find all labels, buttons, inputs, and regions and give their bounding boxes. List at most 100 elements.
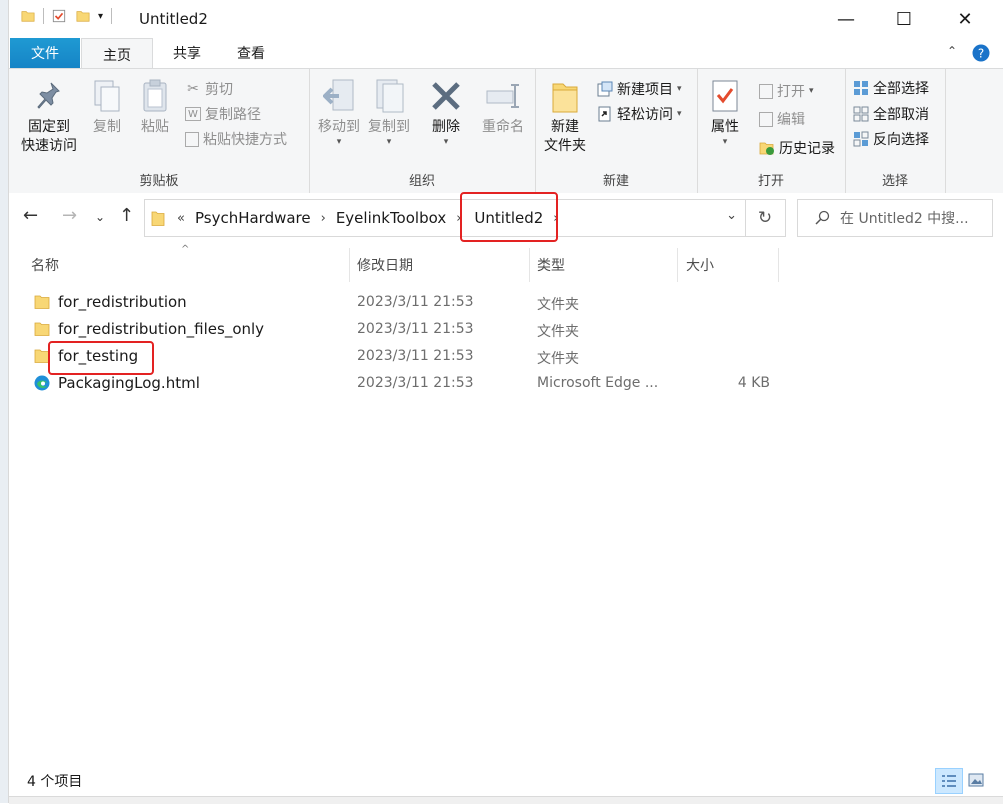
breadcrumb-psychhardware[interactable]: PsychHardware bbox=[195, 209, 311, 227]
customize-toolbar-chevron-icon[interactable]: ▾ bbox=[98, 11, 103, 22]
address-dropdown-chevron-icon[interactable]: ⌄ bbox=[726, 208, 737, 223]
invert-selection-button[interactable]: 反向选择 bbox=[853, 127, 929, 151]
forward-arrow-icon[interactable]: → bbox=[62, 205, 77, 226]
search-box[interactable]: 在 Untitled2 中搜... bbox=[797, 199, 993, 237]
title-bar: ▾ Untitled2 — ☐ ✕ bbox=[9, 0, 1003, 38]
file-date: 2023/3/11 21:53 bbox=[357, 348, 474, 364]
file-explorer-window: ▾ Untitled2 — ☐ ✕ 文件 主页 共享 查看 ⌃ ? 固定到 快速… bbox=[8, 0, 1003, 804]
delete-button[interactable]: 删除 ▾ bbox=[425, 77, 467, 147]
file-row[interactable]: for_redistribution 2023/3/11 21:53 文件夹 bbox=[25, 289, 785, 316]
column-header-type[interactable]: 类型 bbox=[537, 248, 565, 282]
copy-to-label: 复制到 bbox=[368, 119, 410, 135]
pin-quick-access-button[interactable]: 固定到 快速访问 bbox=[15, 77, 83, 156]
new-folder-button[interactable]: 新建 文件夹 bbox=[539, 77, 591, 156]
tab-view[interactable]: 查看 bbox=[219, 38, 283, 68]
copy-path-button[interactable]: W 复制路径 bbox=[185, 102, 261, 126]
column-divider[interactable] bbox=[677, 248, 678, 282]
overflow-crumb[interactable]: « bbox=[177, 211, 185, 226]
column-header-name[interactable]: 名称 bbox=[31, 248, 59, 282]
maximize-button[interactable]: ☐ bbox=[875, 0, 933, 38]
minimize-button[interactable]: — bbox=[817, 0, 875, 38]
rename-icon bbox=[486, 84, 519, 108]
breadcrumb-chevron-icon[interactable]: › bbox=[321, 211, 326, 226]
status-bar: 4 个项目 bbox=[9, 765, 1003, 795]
item-count: 4 个项目 bbox=[27, 774, 83, 790]
move-to-button[interactable]: 移动到 ▾ bbox=[315, 77, 363, 147]
folder-icon bbox=[34, 295, 50, 309]
file-name: PackagingLog.html bbox=[58, 374, 200, 392]
copy-icon bbox=[94, 80, 120, 112]
easy-access-icon bbox=[597, 106, 613, 122]
select-all-button[interactable]: 全部选择 bbox=[853, 76, 929, 100]
folder-icon bbox=[21, 11, 35, 22]
breadcrumb-chevron-icon[interactable]: › bbox=[553, 211, 558, 226]
invert-selection-label: 反向选择 bbox=[873, 132, 929, 148]
history-icon bbox=[759, 140, 775, 156]
help-icon[interactable]: ? bbox=[972, 44, 990, 62]
copy-path-icon: W bbox=[185, 107, 201, 121]
divider bbox=[43, 8, 44, 24]
paste-icon bbox=[143, 79, 167, 112]
cut-button[interactable]: ✂ 剪切 bbox=[185, 77, 233, 101]
address-bar[interactable]: « PsychHardware › EyelinkToolbox › Untit… bbox=[144, 199, 746, 237]
breadcrumb-chevron-icon[interactable]: › bbox=[456, 211, 461, 226]
sort-ascending-chevron-icon: ^ bbox=[181, 244, 190, 255]
group-select: 全部选择 全部取消 反向选择 选择 bbox=[845, 69, 946, 193]
copy-button[interactable]: 复制 bbox=[87, 77, 127, 137]
paste-button[interactable]: 粘贴 bbox=[135, 77, 175, 137]
collapse-ribbon-chevron-icon[interactable]: ⌃ bbox=[947, 44, 957, 58]
search-placeholder: 在 Untitled2 中搜... bbox=[840, 211, 969, 227]
tab-share[interactable]: 共享 bbox=[155, 38, 219, 68]
easy-access-button[interactable]: 轻松访问 ▾ bbox=[597, 102, 682, 126]
close-button[interactable]: ✕ bbox=[936, 0, 994, 38]
properties-button[interactable]: 属性 ▾ bbox=[705, 77, 745, 147]
copy-to-icon bbox=[376, 79, 404, 113]
window-title: Untitled2 bbox=[139, 10, 208, 28]
column-divider[interactable] bbox=[778, 248, 779, 282]
file-row[interactable]: for_redistribution_files_only 2023/3/11 … bbox=[25, 316, 785, 343]
properties-check-icon[interactable] bbox=[52, 9, 66, 23]
new-folder-icon[interactable] bbox=[76, 9, 90, 23]
copy-to-button[interactable]: 复制到 ▾ bbox=[365, 77, 413, 147]
column-header-size[interactable]: 大小 bbox=[686, 248, 714, 282]
column-divider[interactable] bbox=[349, 248, 350, 282]
paste-shortcut-button[interactable]: 粘贴快捷方式 bbox=[185, 127, 287, 151]
edit-button[interactable]: 编辑 bbox=[759, 107, 805, 131]
column-header-date[interactable]: 修改日期 bbox=[357, 248, 413, 282]
large-icons-view-button[interactable] bbox=[963, 768, 989, 792]
pin-label: 固定到 快速访问 bbox=[21, 119, 77, 154]
recent-locations-chevron-icon[interactable]: ⌄ bbox=[95, 210, 105, 224]
file-type: 文件夹 bbox=[537, 324, 579, 340]
close-icon: ✕ bbox=[957, 8, 973, 30]
details-view-button[interactable] bbox=[935, 768, 963, 794]
chevron-down-icon: ▾ bbox=[809, 86, 814, 96]
file-row[interactable]: PackagingLog.html 2023/3/11 21:53 Micros… bbox=[25, 370, 785, 397]
open-button[interactable]: 打开 ▾ bbox=[759, 79, 814, 103]
edge-icon bbox=[34, 375, 50, 391]
invert-selection-icon bbox=[853, 131, 869, 147]
group-organize: 移动到 ▾ 复制到 ▾ 删除 ▾ 重命名 组织 bbox=[309, 69, 536, 193]
delete-label: 删除 bbox=[432, 119, 460, 135]
select-none-button[interactable]: 全部取消 bbox=[853, 102, 929, 126]
details-view-icon bbox=[942, 775, 956, 787]
chevron-down-icon: ▾ bbox=[443, 137, 449, 147]
file-type: 文件夹 bbox=[537, 297, 579, 313]
column-divider[interactable] bbox=[529, 248, 530, 282]
back-arrow-icon[interactable]: ← bbox=[23, 205, 38, 226]
quick-access-toolbar: ▾ bbox=[21, 8, 120, 24]
file-date: 2023/3/11 21:53 bbox=[357, 294, 474, 310]
paste-shortcut-icon bbox=[185, 131, 199, 147]
new-item-button[interactable]: 新建项目 ▾ bbox=[597, 77, 682, 101]
up-arrow-icon[interactable]: ↑ bbox=[119, 205, 134, 226]
svg-text:?: ? bbox=[978, 47, 984, 61]
file-row[interactable]: for_testing 2023/3/11 21:53 文件夹 bbox=[25, 343, 785, 370]
tab-file[interactable]: 文件 bbox=[10, 38, 80, 68]
breadcrumb-eyelinktoolbox[interactable]: EyelinkToolbox bbox=[336, 209, 446, 227]
rename-button[interactable]: 重命名 bbox=[475, 77, 531, 137]
breadcrumb-untitled2[interactable]: Untitled2 bbox=[474, 209, 543, 227]
folder-icon bbox=[34, 322, 50, 336]
history-button[interactable]: 历史记录 bbox=[759, 136, 835, 160]
refresh-button[interactable]: ↻ bbox=[745, 199, 786, 237]
tab-home[interactable]: 主页 bbox=[81, 38, 153, 70]
chevron-down-icon: ▾ bbox=[677, 84, 682, 94]
